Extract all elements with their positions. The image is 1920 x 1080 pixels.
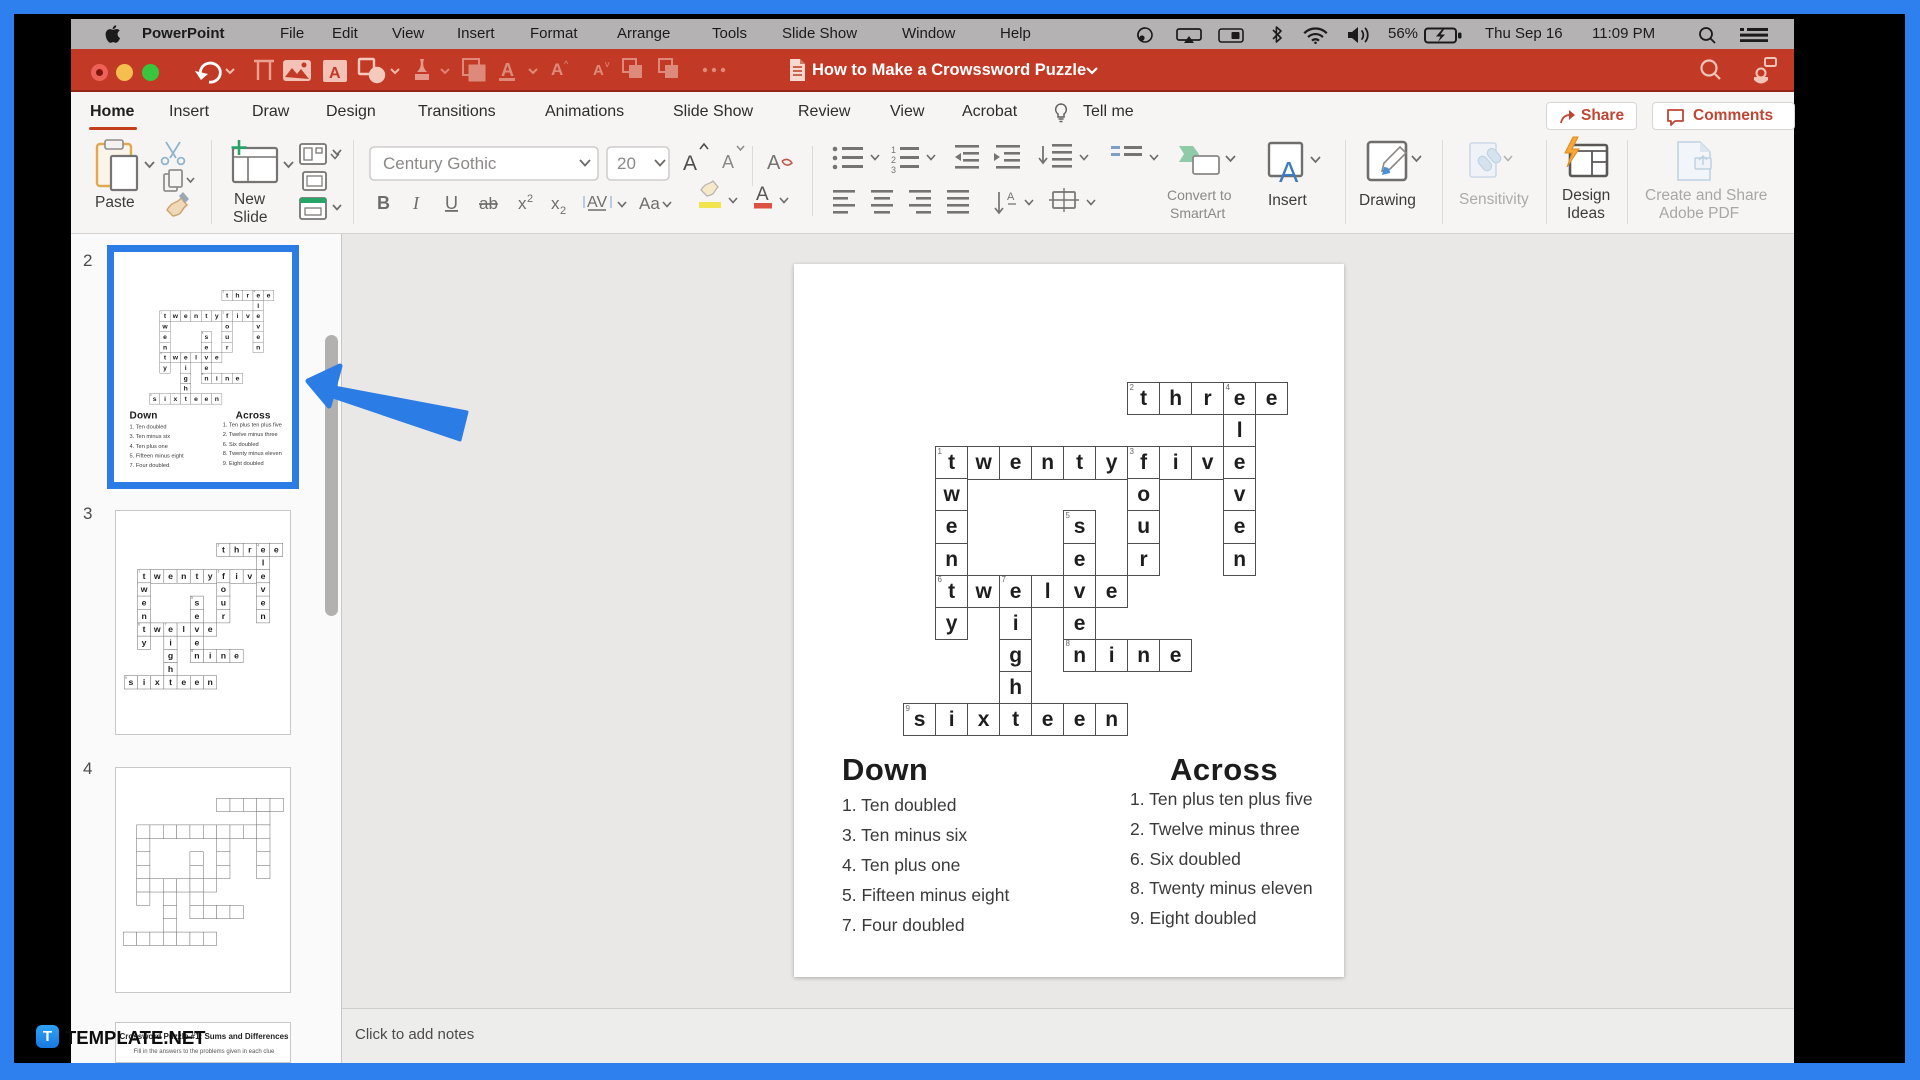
svg-text:A: A xyxy=(683,152,697,175)
svg-text:New: New xyxy=(234,191,266,208)
svg-text:Ideas: Ideas xyxy=(1567,205,1605,222)
svg-text:Aa: Aa xyxy=(639,194,660,213)
svg-text:Sensitivity: Sensitivity xyxy=(1459,191,1529,208)
svg-text:ab: ab xyxy=(479,194,498,213)
svg-text:I: I xyxy=(412,193,420,213)
svg-text:2: 2 xyxy=(527,193,533,205)
svg-text:Convert to: Convert to xyxy=(1167,187,1232,203)
svg-text:B: B xyxy=(377,193,390,213)
svg-text:Paste: Paste xyxy=(95,194,135,211)
svg-text:A: A xyxy=(593,62,604,79)
svg-text:AV: AV xyxy=(587,194,607,211)
svg-text:x: x xyxy=(551,194,560,213)
svg-text:Design: Design xyxy=(1562,187,1610,204)
svg-text:2: 2 xyxy=(891,155,896,165)
svg-text:1: 1 xyxy=(891,145,896,155)
svg-text:v: v xyxy=(605,59,610,69)
svg-text:^: ^ xyxy=(564,59,569,69)
svg-text:2: 2 xyxy=(560,205,566,217)
svg-text:A: A xyxy=(551,60,563,79)
svg-text:A: A xyxy=(1279,157,1299,189)
svg-text:Adobe PDF: Adobe PDF xyxy=(1659,205,1739,222)
svg-text:3: 3 xyxy=(891,165,896,175)
svg-text:Slide: Slide xyxy=(233,209,267,226)
svg-text:Insert: Insert xyxy=(1268,192,1307,209)
svg-text:Drawing: Drawing xyxy=(1359,192,1416,209)
svg-text:A: A xyxy=(329,65,341,82)
svg-text:SmartArt: SmartArt xyxy=(1170,205,1225,221)
svg-text:x: x xyxy=(518,194,527,213)
svg-text:A: A xyxy=(756,184,769,205)
svg-text:Create and Share: Create and Share xyxy=(1645,187,1767,204)
svg-text:20: 20 xyxy=(617,154,636,173)
svg-text:A: A xyxy=(767,152,781,174)
svg-text:Century Gothic: Century Gothic xyxy=(383,154,497,173)
svg-text:A: A xyxy=(722,152,734,172)
svg-text:U: U xyxy=(445,193,458,213)
svg-text:A: A xyxy=(1007,191,1015,203)
svg-text:A: A xyxy=(501,60,514,80)
